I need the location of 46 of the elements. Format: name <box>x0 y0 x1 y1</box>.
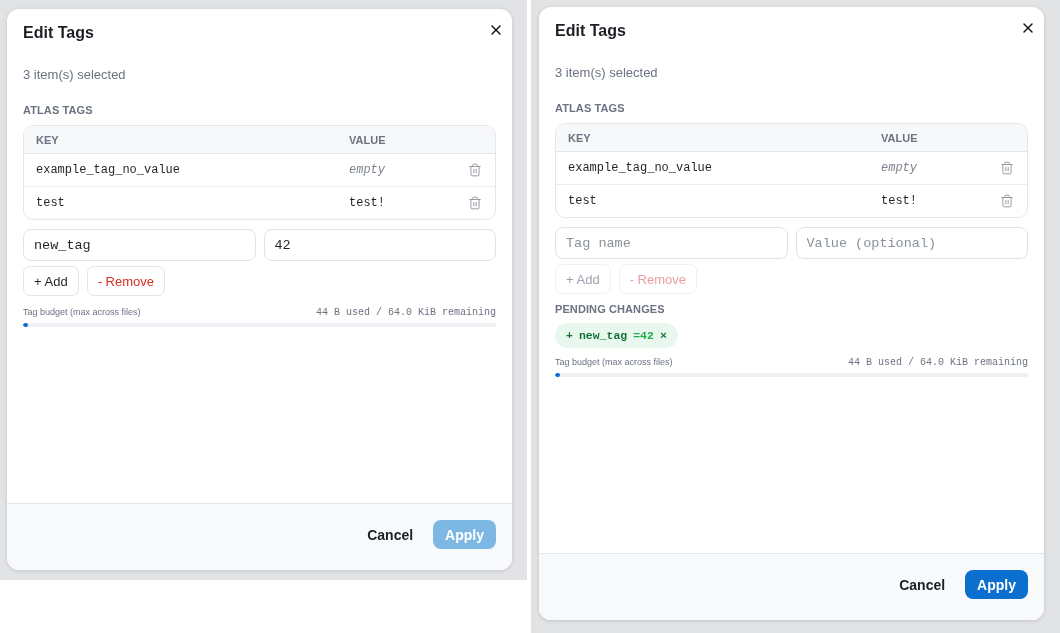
section-heading: PENDING CHANGES <box>555 303 665 316</box>
add-button[interactable]: + Add <box>23 266 79 296</box>
change-sign: + <box>566 329 573 342</box>
tag-key: example_tag_no_value <box>36 163 181 177</box>
column-header: KEY <box>36 133 59 146</box>
tag-value: test! <box>881 194 917 208</box>
trash-icon <box>1000 194 1014 208</box>
trash-icon <box>1000 161 1014 175</box>
delete-button[interactable] <box>999 160 1015 176</box>
trash-icon <box>468 163 482 177</box>
delete-button[interactable] <box>467 162 483 178</box>
column-header: VALUE <box>881 131 918 144</box>
pending-tag-value: =42 <box>633 329 654 342</box>
cancel-button[interactable]: Cancel <box>359 520 422 549</box>
tag-value: empty <box>881 161 917 175</box>
budget-reading: 44 B used / 64.0 KiB remaining <box>847 356 1028 368</box>
selection-count: 3 item(s) selected <box>555 64 658 82</box>
dialog-title: Edit Tags <box>23 23 94 43</box>
cancel-button[interactable]: Cancel <box>891 570 954 599</box>
tag-value-field[interactable]: 42 <box>263 229 496 261</box>
tag-name-field[interactable]: Tag name <box>555 227 788 259</box>
tag-key: test <box>568 194 597 208</box>
tag-value-field[interactable]: Value (optional) <box>795 227 1028 259</box>
tag-key: example_tag_no_value <box>568 161 713 175</box>
selection-count: 3 item(s) selected <box>23 66 126 84</box>
trash-icon <box>468 196 482 210</box>
budget-label: Tag budget (max across files) <box>555 357 673 367</box>
tag-key: test <box>36 196 65 210</box>
column-header: KEY <box>568 131 591 144</box>
tag-name-field[interactable]: new_tag <box>23 229 256 261</box>
budget-label: Tag budget (max across files) <box>23 307 141 317</box>
apply-button[interactable]: Apply <box>965 570 1028 599</box>
tag-value: empty <box>349 163 385 177</box>
remove-button[interactable]: - Remove <box>86 266 165 296</box>
remove-change-button[interactable]: × <box>659 329 667 342</box>
section-heading: ATLAS TAGS <box>555 101 625 115</box>
section-heading: ATLAS TAGS <box>23 103 93 117</box>
pending-tag-key: new_tag <box>578 329 628 342</box>
close-icon <box>1020 20 1036 36</box>
tag-value: test! <box>349 196 385 210</box>
column-header: VALUE <box>349 133 386 146</box>
budget-reading: 44 B used / 64.0 KiB remaining <box>315 306 496 318</box>
close-icon <box>488 22 504 38</box>
dialog-title: Edit Tags <box>555 21 626 41</box>
delete-button[interactable] <box>467 195 483 211</box>
delete-button[interactable] <box>999 193 1015 209</box>
